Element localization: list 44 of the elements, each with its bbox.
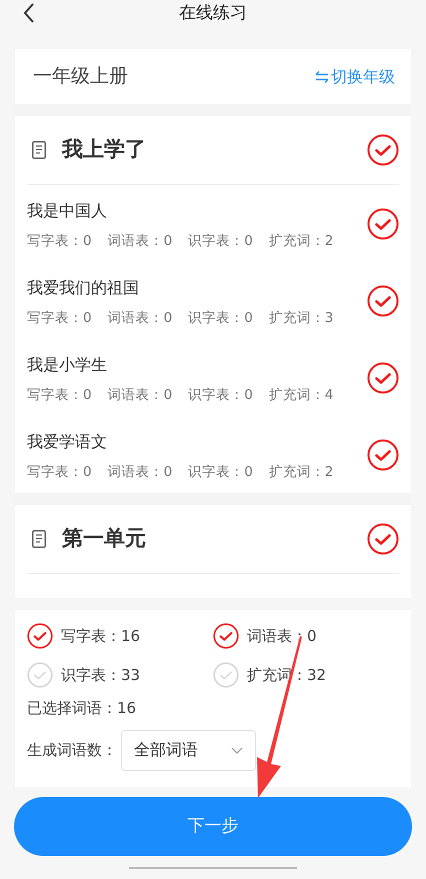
lesson-stat: 词语表：0 (108, 386, 172, 406)
unchecked-icon[interactable] (27, 662, 53, 688)
unchecked-icon[interactable] (213, 662, 239, 688)
table-count: 写字表：16 (61, 626, 140, 647)
table-count: 识字表：33 (61, 664, 140, 686)
lesson-stat: 词语表：0 (108, 463, 172, 482)
unit-title[interactable]: 我上学了 (62, 134, 146, 166)
back-icon[interactable] (23, 3, 35, 23)
chevron-down-icon (231, 746, 243, 754)
checked-icon[interactable] (367, 362, 399, 394)
lesson-stat: 写字表：0 (27, 309, 92, 328)
count-label: 生成词语数： (27, 740, 117, 761)
lesson-stat: 词语表：0 (108, 232, 172, 252)
checked-icon[interactable] (213, 623, 239, 649)
lesson-title[interactable]: 我爱我们的祖国 (27, 276, 334, 300)
selected-count: 已选择词语：16 (27, 698, 138, 719)
lesson-stat: 识字表：0 (188, 232, 253, 252)
lesson-stat: 扩充词：4 (268, 386, 334, 406)
lesson-stat: 识字表：0 (188, 463, 253, 482)
lesson-title[interactable]: 我是小学生 (27, 353, 334, 378)
checked-icon[interactable] (367, 523, 399, 555)
lesson-title[interactable]: 我爱学语文 (27, 430, 334, 454)
page-title: 在线练习 (179, 2, 247, 25)
lesson-stat: 扩充词：2 (268, 232, 334, 252)
lesson-stat: 写字表：0 (27, 386, 92, 406)
checked-icon[interactable] (27, 623, 53, 649)
swap-icon (315, 70, 329, 82)
grade-name: 一年级上册 (33, 64, 128, 90)
lesson-stat: 识字表：0 (188, 386, 253, 406)
checked-icon[interactable] (367, 134, 399, 166)
lesson-stat: 写字表：0 (27, 463, 92, 482)
lesson-stat: 识字表：0 (188, 309, 253, 328)
lesson-stat: 写字表：0 (27, 232, 92, 252)
lesson-stat: 词语表：0 (108, 309, 172, 328)
checked-icon[interactable] (367, 208, 399, 240)
checked-icon[interactable] (367, 438, 399, 470)
unit-title[interactable]: 第一单元 (62, 523, 146, 555)
lesson-title[interactable]: 我是中国人 (27, 199, 334, 224)
document-icon (32, 141, 46, 159)
checked-icon[interactable] (367, 284, 399, 316)
document-icon (32, 530, 46, 548)
count-select[interactable]: 全部词语 (121, 730, 256, 770)
lesson-stat: 扩充词：3 (268, 309, 334, 328)
lesson-stat: 扩充词：2 (268, 463, 334, 482)
